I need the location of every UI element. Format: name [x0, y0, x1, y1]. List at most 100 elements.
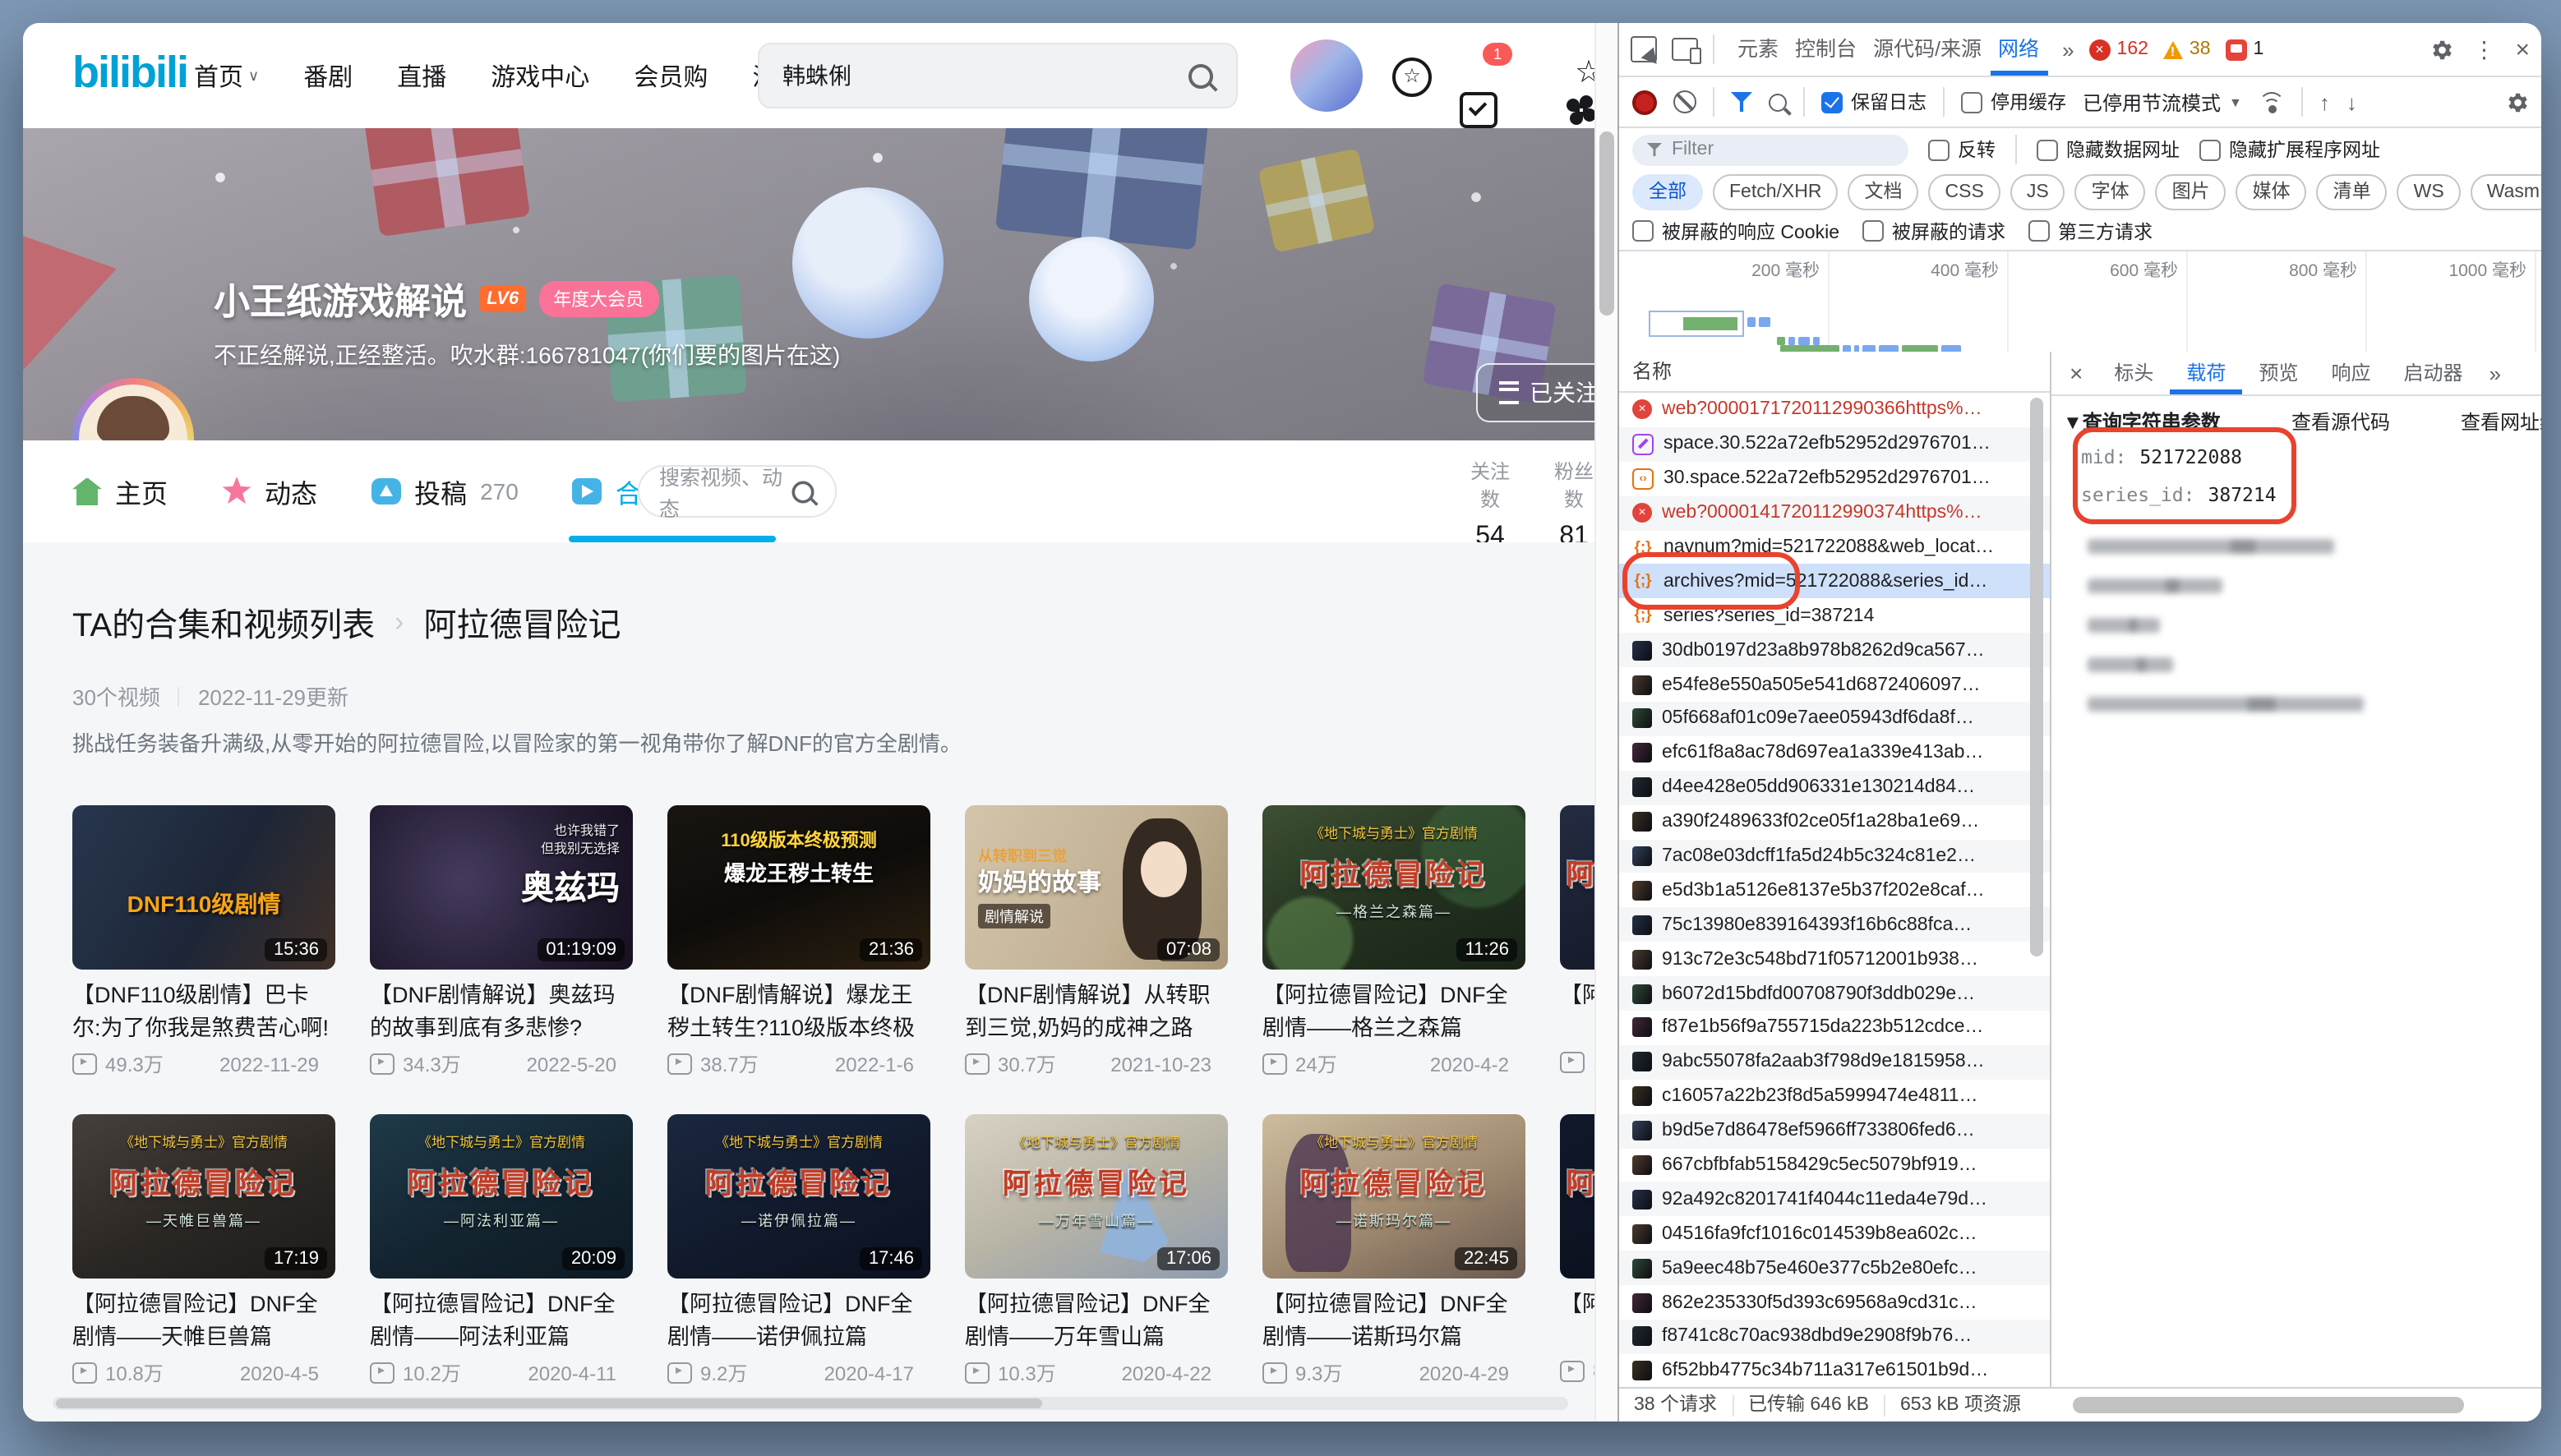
- invert-checkbox[interactable]: 反转: [1928, 136, 1996, 163]
- pinwheel-icon[interactable]: [1565, 94, 1594, 127]
- video-thumbnail[interactable]: 阿拉德冒险记: [1560, 805, 1594, 970]
- video-title[interactable]: 【阿拉德冒险记】: [1560, 979, 1594, 1045]
- filter-chip-媒体[interactable]: 媒体: [2236, 173, 2307, 210]
- detail-scrollbar-thumb[interactable]: [2073, 1397, 2464, 1413]
- devtools-tab-元素[interactable]: 元素: [1729, 23, 1787, 76]
- nav-search-box[interactable]: 韩蛛俐: [758, 43, 1238, 108]
- video-card[interactable]: DNF110级剧情15:36【DNF110级剧情】巴卡尔:为了你我是煞费苦心啊!…: [72, 805, 335, 1078]
- issues-badge[interactable]: 1: [2226, 39, 2264, 60]
- favorites-star-icon[interactable]: ☆: [1575, 58, 1594, 90]
- detail-tab-标头[interactable]: 标头: [2097, 352, 2170, 394]
- device-toolbar-icon[interactable]: [1672, 38, 1698, 61]
- request-row[interactable]: 30db0197d23a8b978b8262d9ca567…: [1619, 633, 2050, 667]
- video-title[interactable]: 【DNF剧情解说】从转职到三觉,奶妈的成神之路: [965, 979, 1228, 1045]
- close-detail-icon[interactable]: ×: [2055, 360, 2097, 386]
- request-row[interactable]: 75c13980e839164393f16b6c88fca…: [1619, 908, 2050, 942]
- detail-tab-载荷[interactable]: 载荷: [2170, 352, 2242, 394]
- video-card[interactable]: 从转职到三觉奶妈的故事剧情解说07:08 【DNF剧情解说】从转职到三觉,奶妈的成…: [965, 805, 1228, 1078]
- request-row[interactable]: 92a492c8201741f4044c11eda4e79d…: [1619, 1182, 2050, 1217]
- request-row[interactable]: ×web?0000171720112990366https%…: [1619, 393, 2050, 427]
- nav-item-2[interactable]: 番剧: [303, 58, 353, 93]
- request-row[interactable]: ‹›30.space.522a72efb52952d2976701…: [1619, 462, 2050, 496]
- filter-funnel-icon[interactable]: [1731, 92, 1752, 112]
- video-card[interactable]: 阿拉德冒险记【阿拉德冒险记】11: [1560, 805, 1594, 1078]
- stat-关注数[interactable]: 关注数54: [1470, 457, 1511, 552]
- filter-chip-文档[interactable]: 文档: [1848, 173, 1919, 210]
- network-conditions-icon[interactable]: [2259, 92, 2285, 112]
- tab-动态[interactable]: 动态: [222, 440, 317, 542]
- filter-chip-全部[interactable]: 全部: [1632, 173, 1703, 210]
- request-row[interactable]: f8741c8c70ac938dbd9e2908f9b76…: [1619, 1320, 2050, 1354]
- video-card[interactable]: 《地下城与勇士》官方剧情阿拉德冒险记—格兰之森篇—11:26【阿拉德冒险记】DN…: [1262, 805, 1525, 1078]
- video-card[interactable]: 《地下城与勇士》官方剧情阿拉德冒险记—诺斯玛尔篇—22:45【阿拉德冒险记】DN…: [1262, 1114, 1525, 1387]
- filter-chip-CSS[interactable]: CSS: [1929, 173, 2000, 210]
- filter-chip-JS[interactable]: JS: [2010, 173, 2065, 210]
- warning-badge[interactable]: 38: [2163, 39, 2211, 59]
- avatar[interactable]: [1290, 39, 1363, 112]
- video-card[interactable]: 《地下城与勇士》官方剧情阿拉德冒险记—诺伊佩拉篇—17:46【阿拉德冒险记】DN…: [667, 1114, 930, 1387]
- request-row[interactable]: 862e235330f5d393c69568a9cd31c…: [1619, 1285, 2050, 1320]
- nav-item-1[interactable]: 首页∨: [194, 58, 259, 93]
- stat-粉丝数[interactable]: 粉丝数81: [1553, 457, 1594, 552]
- clear-icon[interactable]: [1673, 90, 1696, 113]
- request-row[interactable]: 5a9eec48b75e460e377c5b2e80efc…: [1619, 1251, 2050, 1286]
- network-settings-icon[interactable]: [2503, 90, 2528, 114]
- video-thumbnail[interactable]: 《地下城与勇士》官方剧情阿拉德冒险记—万年雪山篇—17:06: [965, 1114, 1228, 1279]
- video-thumbnail[interactable]: 也许我错了但我别无选择奥兹玛01:19:09: [370, 805, 633, 970]
- detail-tab-启动器[interactable]: 启动器: [2388, 352, 2480, 394]
- devtools-tab-源代码/来源[interactable]: 源代码/来源: [1865, 23, 1990, 76]
- filter-input[interactable]: Filter: [1632, 134, 1908, 165]
- request-row[interactable]: 913c72e3c548bd71f05712001b938…: [1619, 942, 2050, 977]
- devtools-tab-控制台[interactable]: 控制台: [1787, 23, 1865, 76]
- tab-主页[interactable]: 主页: [72, 440, 168, 542]
- request-row[interactable]: e5d3b1a5126e8137e5b37f202e8caf…: [1619, 873, 2050, 908]
- request-list-scrollbar[interactable]: [2030, 398, 2043, 956]
- filter-chip-Wasm[interactable]: Wasm: [2471, 173, 2541, 210]
- filter-chip-Fetch/XHR[interactable]: Fetch/XHR: [1713, 173, 1839, 210]
- hide-extension-urls-checkbox[interactable]: 隐藏扩展程序网址: [2199, 136, 2380, 163]
- request-row[interactable]: space.30.522a72efb52952d2976701…: [1619, 427, 2050, 462]
- view-source-link[interactable]: 查看源代码: [2291, 408, 2390, 435]
- video-card[interactable]: 《地下城与勇士》官方剧情阿拉德冒险记—万年雪山篇—17:06 【阿拉德冒险记】DN…: [965, 1114, 1228, 1387]
- user-name[interactable]: 小王纸游戏解说: [214, 273, 467, 325]
- video-card[interactable]: 《地下城与勇士》官方剧情阿拉德冒险记—天帷巨兽篇—17:19【阿拉德冒险记】DN…: [72, 1114, 335, 1387]
- record-icon[interactable]: [1632, 90, 1657, 114]
- request-row[interactable]: 7ac08e03dcff1fa5d24b5c324c81e2…: [1619, 839, 2050, 873]
- video-title[interactable]: 【阿拉德冒险记】DNF全剧情——万年雪山篇: [965, 1288, 1228, 1354]
- request-row[interactable]: 05f668af01c09e7aee05943df6da8f…: [1619, 702, 2050, 736]
- request-row[interactable]: d4ee428e05dd906331e130214d84…: [1619, 771, 2050, 805]
- video-thumbnail[interactable]: 110级版本终极预测爆龙王秽土转生21:36: [667, 805, 930, 970]
- export-har-icon[interactable]: ↓: [2346, 90, 2357, 114]
- filter-chip-字体[interactable]: 字体: [2075, 173, 2146, 210]
- request-row[interactable]: b6072d15bdfd00708790f3ddb029e…: [1619, 976, 2050, 1011]
- video-title[interactable]: 【DNF剧情解说】奥兹玛的故事到底有多悲惨?: [370, 979, 633, 1045]
- request-row[interactable]: f87e1b56f9a755715da223b512cdce…: [1619, 1011, 2050, 1045]
- third-party-checkbox[interactable]: 第三方请求: [2028, 218, 2153, 244]
- more-options-icon[interactable]: ⋮: [2472, 35, 2495, 63]
- profile-search-box[interactable]: 搜索视频、动态: [638, 465, 837, 518]
- followed-button[interactable]: 已关注: [1476, 363, 1594, 422]
- close-devtools-icon[interactable]: ×: [2515, 35, 2530, 63]
- video-thumbnail[interactable]: 从转职到三觉奶妈的故事剧情解说07:08: [965, 805, 1228, 970]
- search-icon[interactable]: [1188, 63, 1213, 88]
- hide-data-urls-checkbox[interactable]: 隐藏数据网址: [2037, 136, 2180, 163]
- throttling-dropdown[interactable]: 已停用节流模式▼: [2083, 88, 2242, 116]
- video-title[interactable]: 【阿拉德冒险记】DNF全剧情——诺斯玛尔篇: [1262, 1288, 1525, 1354]
- view-url-encoded-link[interactable]: 查看网址编码: [2461, 408, 2541, 435]
- video-title[interactable]: 【阿拉德冒险记】DNF全剧情——天帷巨兽篇: [72, 1288, 335, 1354]
- video-title[interactable]: 【阿拉德冒险记】DNF全剧情——诺伊佩拉篇: [667, 1288, 930, 1354]
- network-overview-timeline[interactable]: 200 毫秒400 毫秒600 毫秒800 毫秒1000 毫秒: [1619, 251, 2541, 357]
- breadcrumb[interactable]: TA的合集和视频列表: [72, 598, 375, 646]
- bilibili-logo[interactable]: bilibili: [72, 48, 187, 99]
- horizontal-scrollbar[interactable]: [53, 1397, 1568, 1410]
- settings-gear-icon[interactable]: [2428, 37, 2453, 62]
- video-thumbnail[interactable]: 《地下城与勇士》官方剧情阿拉德冒险记—格兰之森篇—11:26: [1262, 805, 1525, 970]
- detail-tab-预览[interactable]: 预览: [2242, 352, 2314, 394]
- user-avatar[interactable]: ⚡: [72, 378, 194, 440]
- request-row[interactable]: 667cbfbfab5158429c5ec5079bf919…: [1619, 1148, 2050, 1182]
- video-title[interactable]: 【阿拉德冒险记】: [1560, 1288, 1594, 1354]
- video-title[interactable]: 【阿拉德冒险记】DNF全剧情——阿法利亚篇: [370, 1288, 633, 1354]
- name-column-header[interactable]: 名称: [1619, 352, 2050, 393]
- blocked-cookies-checkbox[interactable]: 被屏蔽的响应 Cookie: [1632, 218, 1839, 244]
- tab-投稿[interactable]: 投稿270: [371, 440, 519, 542]
